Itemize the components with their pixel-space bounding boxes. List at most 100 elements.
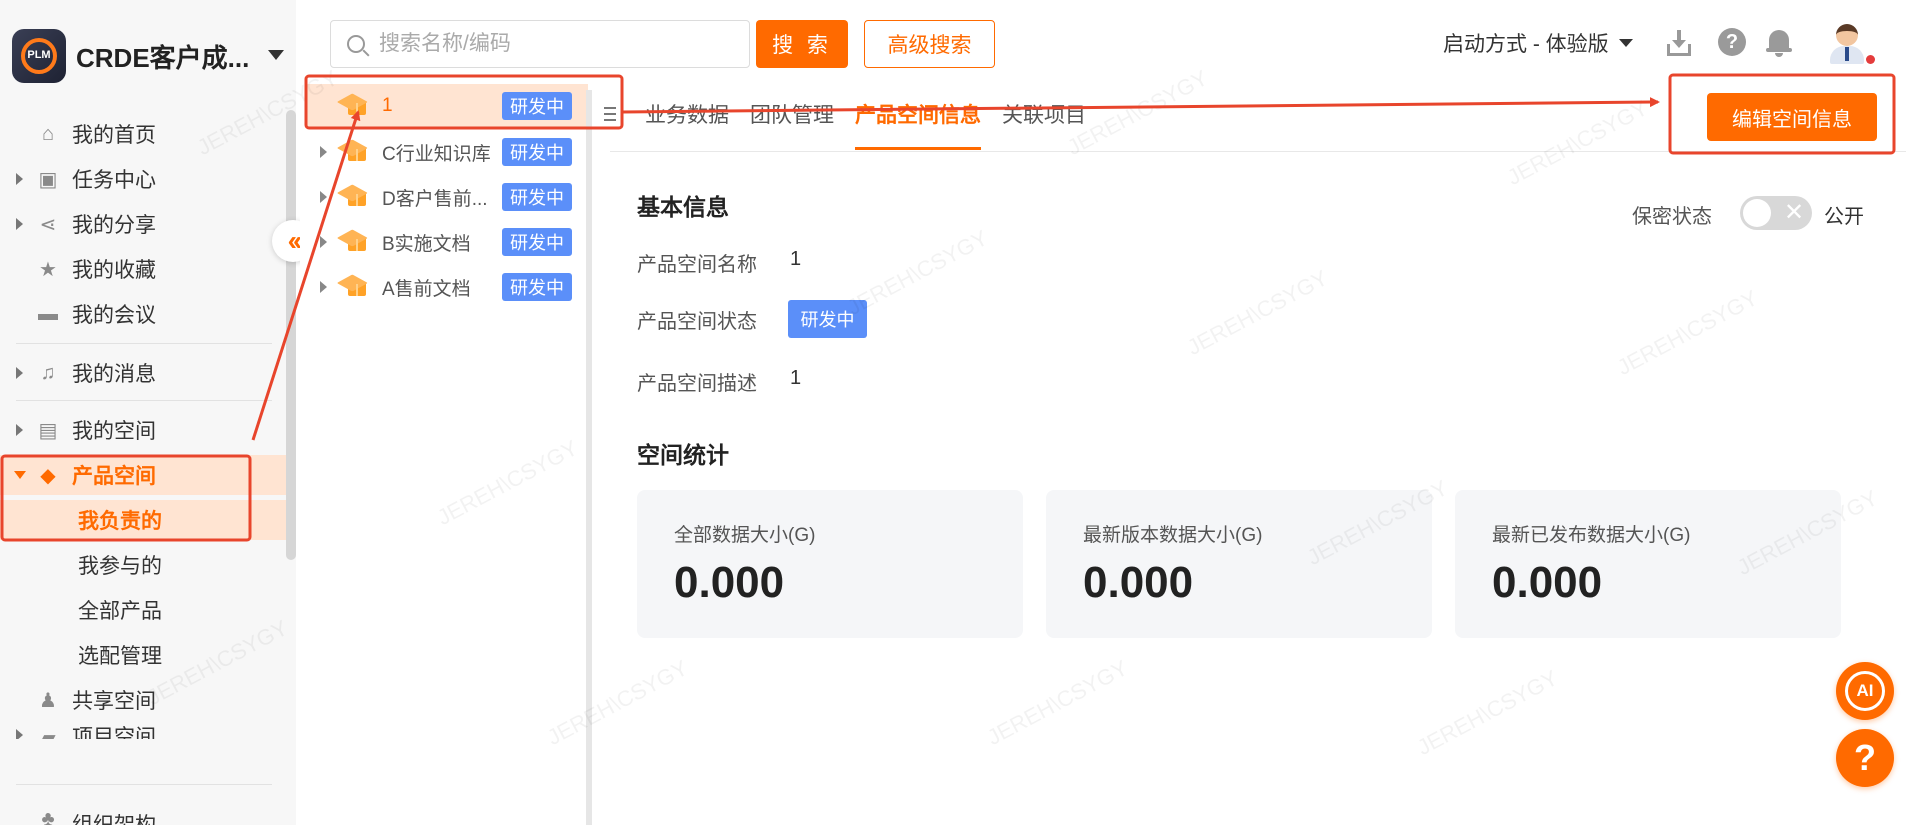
tab-team-management[interactable]: 团队管理 <box>750 78 834 150</box>
sidebar-item-option-config[interactable]: 选配管理 <box>0 635 286 675</box>
notification-bell-icon[interactable] <box>1764 28 1794 58</box>
collapse-arrow-icon[interactable] <box>14 471 26 479</box>
search-input[interactable] <box>379 32 739 56</box>
cube-icon <box>336 274 368 298</box>
tree-scrollbar[interactable] <box>586 90 592 825</box>
sidebar-item-favorites[interactable]: ★ 我的收藏 <box>0 249 286 289</box>
sidebar-scrollbar[interactable] <box>286 110 296 560</box>
search-box[interactable] <box>330 20 750 68</box>
sidebar-item-home[interactable]: ⌂ 我的首页 <box>0 114 286 154</box>
avatar[interactable] <box>1826 22 1868 66</box>
brand-dropdown-icon[interactable] <box>268 50 284 60</box>
cube-icon <box>336 93 368 117</box>
expand-arrow-icon[interactable] <box>16 424 23 436</box>
status-badge: 研发中 <box>788 300 867 338</box>
double-chevron-left-icon: ‹‹ <box>287 225 303 256</box>
watermark: JEREH\CSYGY <box>1502 95 1652 191</box>
advanced-search-button[interactable]: 高级搜索 <box>864 20 995 68</box>
sidebar-item-my-responsible[interactable]: 我负责的 <box>0 500 286 540</box>
field-label-name: 产品空间名称 <box>637 254 757 276</box>
expand-arrow-icon[interactable] <box>16 173 23 185</box>
tree-item[interactable]: A售前文档 研发中 <box>306 265 588 309</box>
caret-down-icon <box>1618 39 1633 47</box>
sidebar-divider <box>16 400 272 401</box>
status-badge: 研发中 <box>502 183 572 211</box>
sidebar-item-participated[interactable]: 我参与的 <box>0 545 286 585</box>
sidebar: PLM CRDE客户成... ⌂ 我的首页 ▣ 任务中心 ⋖ 我的分享 ★ 我的… <box>0 0 296 825</box>
expand-arrow-icon[interactable] <box>16 367 23 379</box>
section-title-stats: 空间统计 <box>637 442 729 468</box>
stat-value: 0.000 <box>1083 558 1194 607</box>
tree-item[interactable]: 1 研发中 <box>306 84 588 128</box>
watermark: JEREH\CSYGY <box>982 655 1132 751</box>
tabs-divider <box>610 151 1906 152</box>
expand-arrow-icon[interactable] <box>320 281 327 293</box>
star-icon: ★ <box>39 258 57 281</box>
ai-icon: AI <box>1845 671 1885 711</box>
launch-mode-dropdown[interactable]: 启动方式 - 体验版 <box>1443 28 1633 58</box>
home-icon: ⌂ <box>41 122 55 145</box>
tab-product-space-info[interactable]: 产品空间信息 <box>855 78 981 150</box>
tree-item[interactable]: C行业知识库 研发中 <box>306 130 588 174</box>
section-title-basic: 基本信息 <box>637 194 729 220</box>
status-badge: 研发中 <box>502 92 572 120</box>
folder-icon: ▰ <box>40 726 56 740</box>
sidebar-divider <box>16 343 272 344</box>
sidebar-item-project-space[interactable]: ▰ 项目空间 <box>0 725 286 739</box>
clipboard-icon: ▣ <box>38 168 58 191</box>
floating-help-button[interactable]: ? <box>1836 729 1894 787</box>
expand-arrow-icon[interactable] <box>16 729 23 739</box>
tree-item[interactable]: B实施文档 研发中 <box>306 220 588 264</box>
stat-card: 最新已发布数据大小(G) 0.000 <box>1455 490 1841 638</box>
stat-label: 全部数据大小(G) <box>674 525 816 546</box>
tree-item[interactable]: D客户售前... 研发中 <box>306 175 588 219</box>
tab-business-data[interactable]: 业务数据 <box>645 78 729 150</box>
product-tree: 1 研发中 C行业知识库 研发中 D客户售前... 研发中 B实施文档 研发中 … <box>300 78 590 825</box>
stat-label: 最新已发布数据大小(G) <box>1492 525 1691 546</box>
sidebar-divider <box>16 784 272 785</box>
stat-card: 全部数据大小(G) 0.000 <box>637 490 1023 638</box>
toggle-knob <box>1743 199 1771 227</box>
search-button[interactable]: 搜 索 <box>756 20 848 68</box>
secret-status-toggle[interactable]: ✕ <box>1740 196 1812 230</box>
search-icon <box>347 35 365 53</box>
sidebar-item-messages[interactable]: ♫ 我的消息 <box>0 353 286 393</box>
sidebar-item-share[interactable]: ⋖ 我的分享 <box>0 204 286 244</box>
sidebar-item-org[interactable]: ♣ 组织架构 <box>0 803 286 825</box>
status-dot <box>1866 55 1875 64</box>
edit-space-info-button[interactable]: 编辑空间信息 <box>1707 93 1877 141</box>
public-label: 公开 <box>1824 206 1864 228</box>
cube-icon <box>336 139 368 163</box>
status-badge: 研发中 <box>502 273 572 301</box>
expand-arrow-icon[interactable] <box>16 218 23 230</box>
status-badge: 研发中 <box>502 138 572 166</box>
expand-arrow-icon[interactable] <box>320 236 327 248</box>
expand-arrow-icon[interactable] <box>320 191 327 203</box>
help-icon[interactable]: ? <box>1718 28 1746 56</box>
sidebar-item-meetings[interactable]: ▬ 我的会议 <box>0 294 286 334</box>
sidebar-item-shared-space[interactable]: ♟ 共享空间 <box>0 680 286 720</box>
cube-icon <box>336 184 368 208</box>
field-label-status: 产品空间状态 <box>637 311 757 333</box>
stat-card: 最新版本数据大小(G) 0.000 <box>1046 490 1432 638</box>
download-icon[interactable] <box>1664 28 1694 58</box>
bell-icon: ♫ <box>40 361 56 384</box>
app-logo: PLM <box>12 29 66 83</box>
collapse-tree-icon[interactable] <box>598 104 618 124</box>
expand-arrow-icon[interactable] <box>320 146 327 158</box>
watermark: JEREH\CSYGY <box>1412 665 1562 761</box>
share-icon: ⋖ <box>39 213 57 236</box>
watermark: JEREH\CSYGY <box>1612 285 1762 381</box>
archive-icon: ▤ <box>38 419 58 442</box>
sidebar-item-my-space[interactable]: ▤ 我的空间 <box>0 410 286 450</box>
status-badge: 研发中 <box>502 228 572 256</box>
sidebar-item-tasks[interactable]: ▣ 任务中心 <box>0 159 286 199</box>
cube-icon <box>336 229 368 253</box>
tab-related-projects[interactable]: 关联项目 <box>1002 78 1086 150</box>
field-value-name: 1 <box>790 248 802 270</box>
sidebar-item-all-products[interactable]: 全部产品 <box>0 590 286 630</box>
ai-assistant-button[interactable]: AI <box>1836 662 1894 720</box>
sidebar-item-product-space[interactable]: ◆ 产品空间 <box>0 455 286 495</box>
brand[interactable]: PLM CRDE客户成... <box>12 28 249 84</box>
close-icon: ✕ <box>1784 199 1805 226</box>
